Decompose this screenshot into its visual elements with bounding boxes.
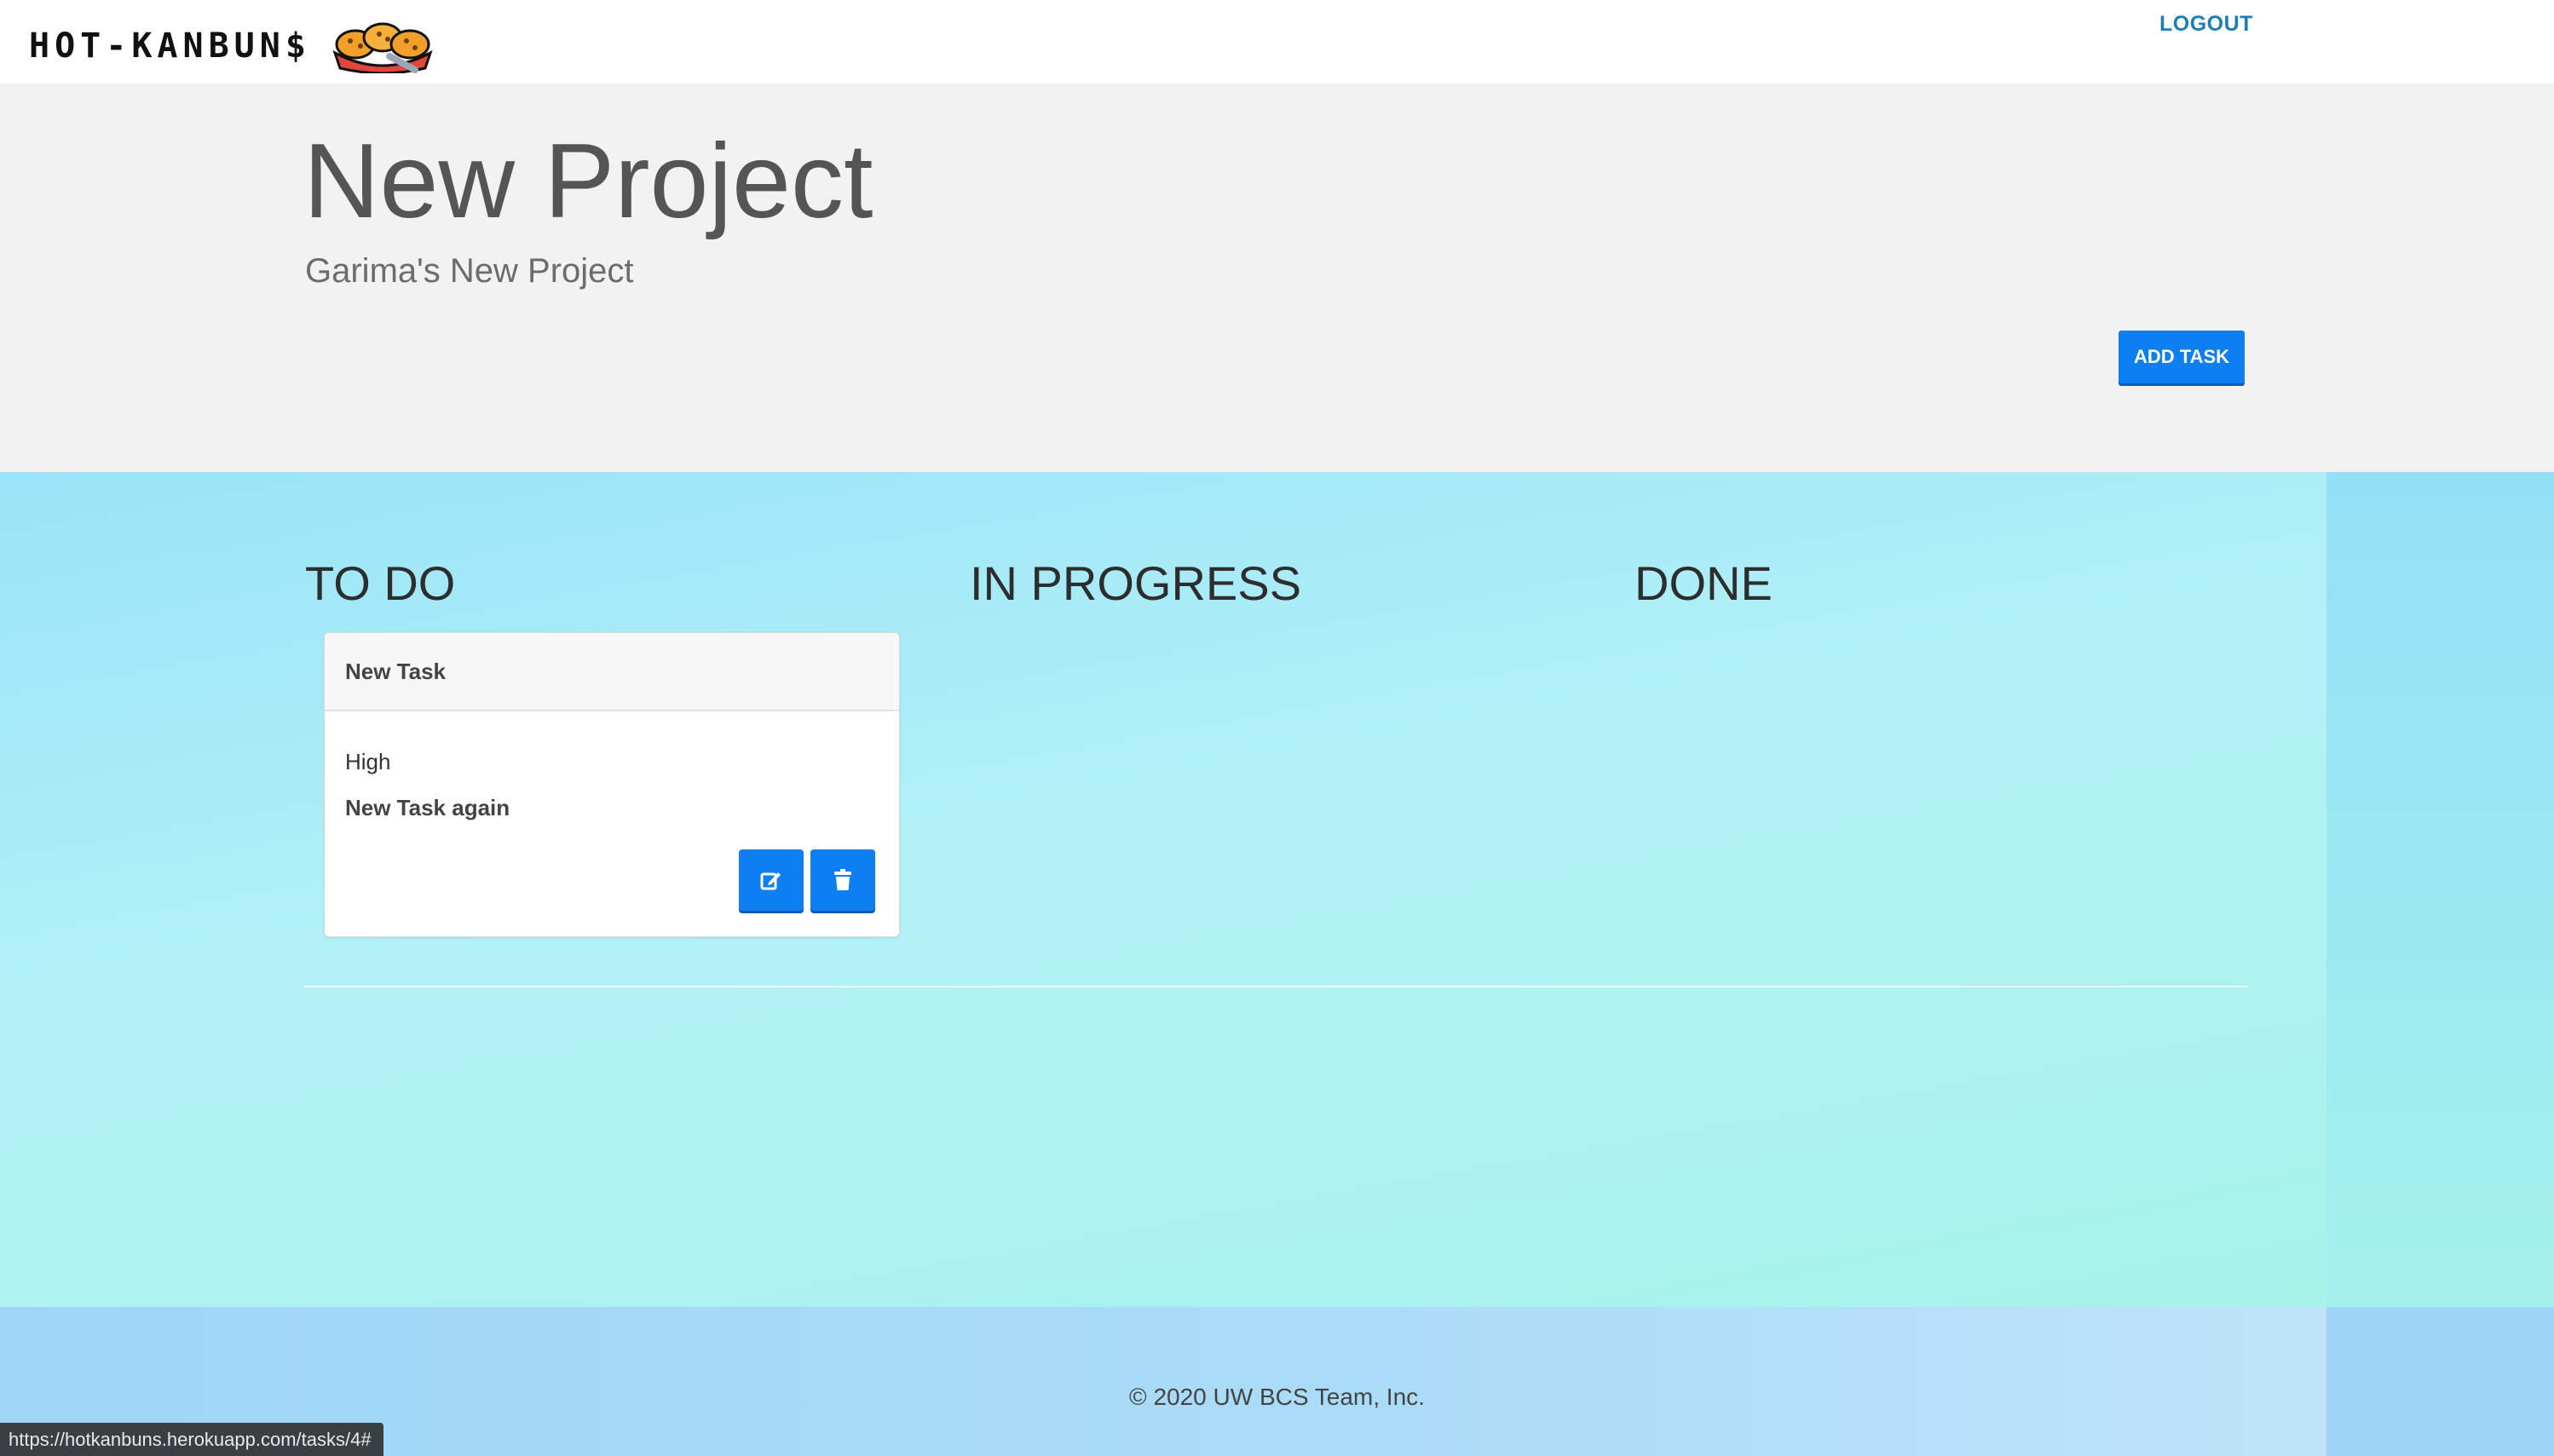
trash-icon bbox=[834, 869, 851, 890]
copyright-text: © 2020 UW BCS Team, Inc. bbox=[1129, 1384, 1425, 1410]
project-header: New Project Garima's New Project ADD TAS… bbox=[0, 83, 2554, 473]
logout-link[interactable]: LOGOUT bbox=[2159, 12, 2253, 37]
column-title-in-progress: IN PROGRESS bbox=[970, 556, 1301, 610]
kanban-board: TO DO IN PROGRESS DONE New Task High New… bbox=[0, 472, 2326, 1307]
task-title: New Task bbox=[345, 658, 447, 684]
brand-link[interactable]: HOT-KANBUN$ bbox=[29, 20, 435, 73]
add-task-button[interactable]: ADD TASK bbox=[2119, 331, 2245, 383]
project-title: New Project bbox=[303, 123, 873, 240]
top-navbar: HOT-KANBUN$ LOGOUT bbox=[0, 0, 2554, 83]
task-card-header: New Task bbox=[325, 633, 899, 711]
column-title-todo: TO DO bbox=[305, 556, 456, 610]
status-bar-url: https://hotkanbuns.herokuapp.com/tasks/4… bbox=[0, 1423, 383, 1456]
task-card: New Task High New Task again bbox=[324, 632, 900, 937]
edit-task-button[interactable] bbox=[739, 849, 804, 911]
buns-basket-icon bbox=[332, 22, 433, 73]
column-title-done: DONE bbox=[1634, 556, 1773, 610]
delete-task-button[interactable] bbox=[810, 849, 875, 911]
brand-text: HOT-KANBUN$ bbox=[29, 26, 311, 66]
edit-icon bbox=[760, 872, 781, 890]
board-divider bbox=[303, 986, 2248, 987]
task-description: New Task again bbox=[345, 795, 510, 820]
project-description: Garima's New Project bbox=[305, 252, 634, 290]
board-right-edge bbox=[2326, 472, 2554, 1307]
task-priority: High bbox=[345, 749, 391, 774]
